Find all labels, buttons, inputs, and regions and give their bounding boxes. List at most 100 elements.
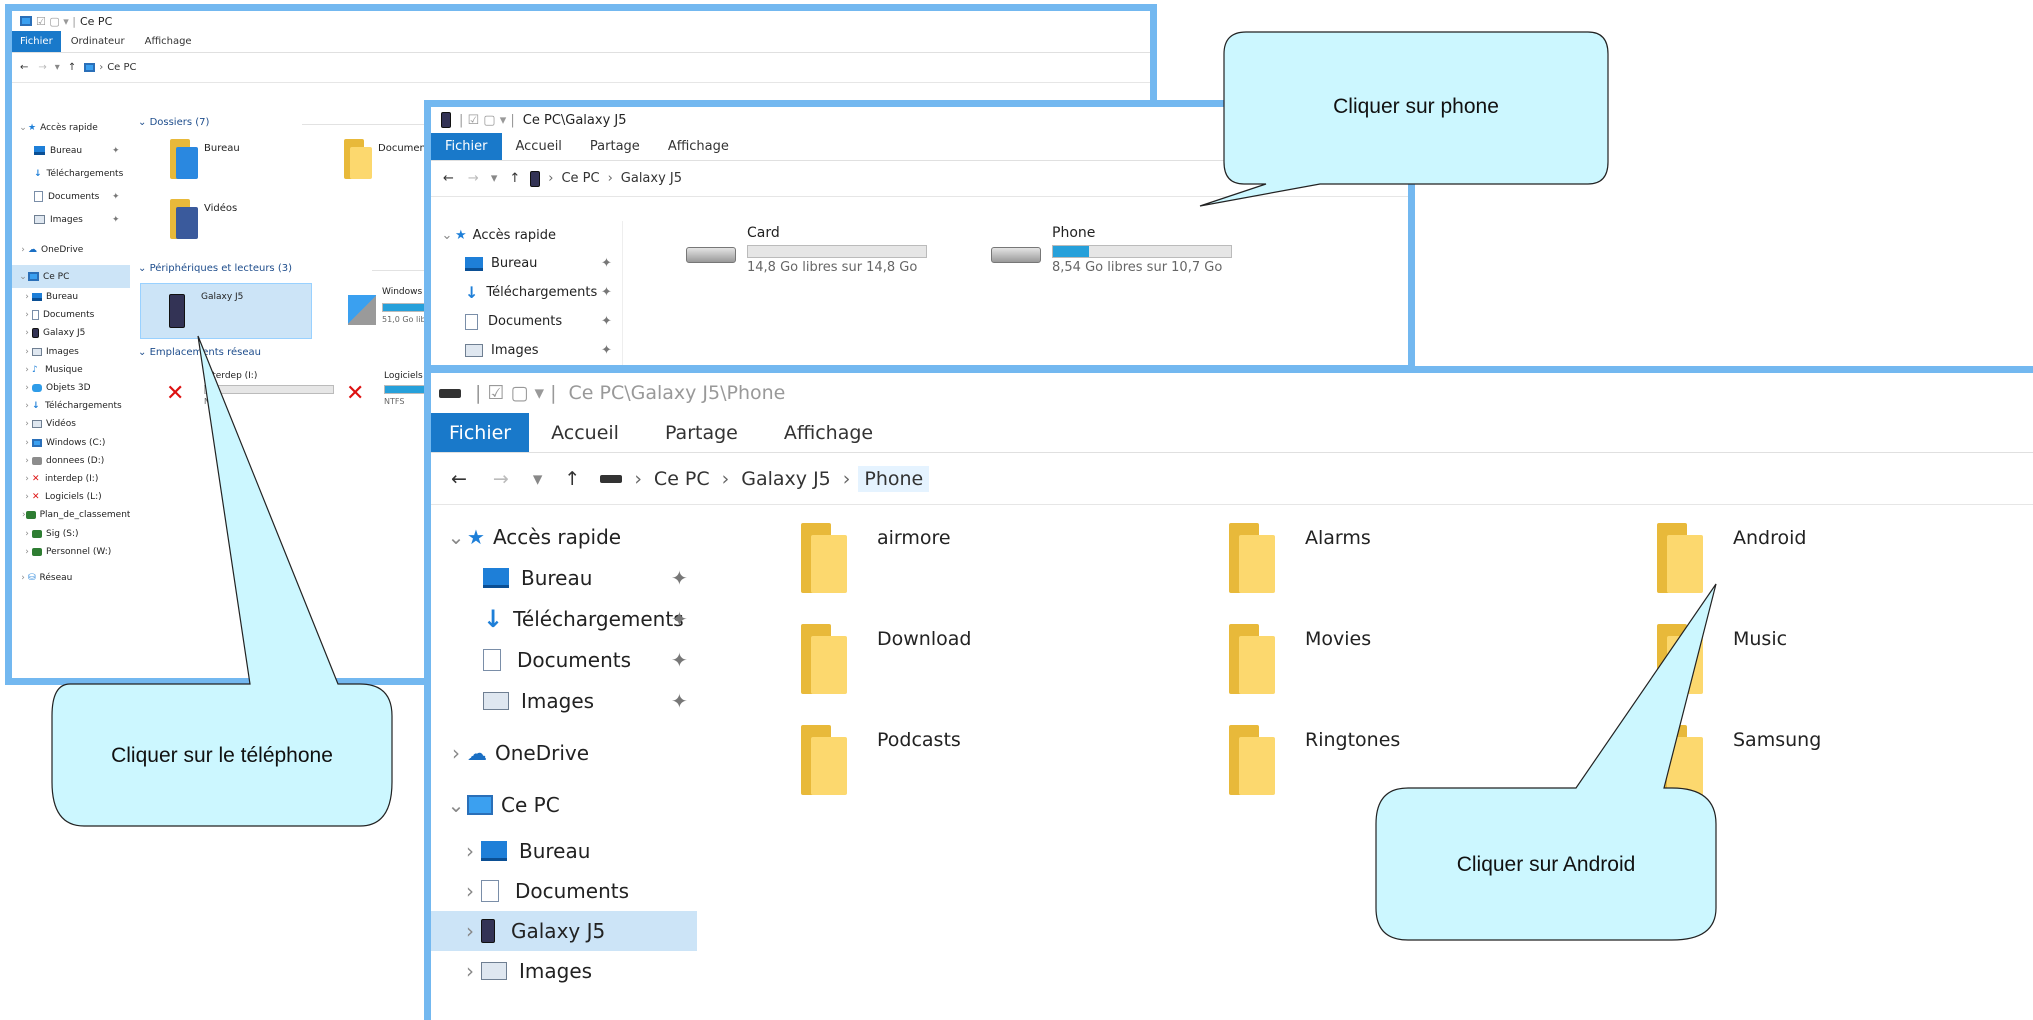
chevron-right-icon[interactable]: › <box>22 529 32 539</box>
breadcrumb-galaxy-j5[interactable]: Galaxy J5 <box>741 468 831 490</box>
chevron-right-icon[interactable]: › <box>22 365 32 375</box>
chevron-right-icon[interactable]: › <box>22 456 32 466</box>
nav-quick-bureau[interactable]: Bureau ✦ <box>431 557 701 598</box>
folder-item-podcasts[interactable]: Podcasts <box>801 725 1161 809</box>
chevron-right-icon[interactable]: › <box>459 919 481 943</box>
chevron-right-icon[interactable]: › <box>22 547 32 557</box>
tab-accueil[interactable]: Accueil <box>502 133 576 160</box>
nav-quick-images[interactable]: Images ✦ <box>431 680 701 721</box>
recent-dropdown-icon[interactable]: ▾ <box>533 468 543 490</box>
chevron-right-icon[interactable]: › <box>459 879 481 903</box>
folder-item-bureau[interactable]: Bureau <box>170 139 310 189</box>
nav-quick-documents[interactable]: Documents ✦ <box>431 639 701 680</box>
breadcrumb-phone[interactable]: Phone <box>858 465 930 492</box>
pin-icon[interactable]: ✦ <box>601 256 612 271</box>
chevron-down-icon[interactable]: ⌄ <box>439 228 455 243</box>
address-bar[interactable]: ← → ▾ ↑ › Ce PC › Galaxy J5 › Phone <box>431 453 2033 505</box>
chevron-right-icon[interactable]: › <box>22 492 32 502</box>
quick-access-toolbar-icon[interactable]: ☑ ▢ ▾ | <box>36 15 76 28</box>
chevron-down-icon[interactable]: ⌄ <box>18 272 28 282</box>
chevron-right-icon[interactable]: › <box>18 573 28 583</box>
folder-item-airmore[interactable]: airmore <box>801 523 1161 607</box>
chevron-down-icon[interactable]: ⌄ <box>18 123 28 133</box>
nav-pc-item[interactable]: › Documents <box>12 306 130 324</box>
chevron-right-icon[interactable]: › <box>22 474 32 484</box>
chevron-right-icon[interactable]: › <box>22 401 32 411</box>
chevron-down-icon[interactable]: ⌄ <box>445 525 467 549</box>
nav-pc-item[interactable]: › Bureau <box>12 288 130 306</box>
tab-partage[interactable]: Partage <box>641 413 762 452</box>
tab-accueil[interactable]: Accueil <box>529 413 641 452</box>
nav-pc-bureau[interactable]: › Bureau <box>431 831 701 871</box>
quick-access-toolbar-icon[interactable]: | ☑ ▢ ▾ | <box>459 113 515 128</box>
nav-quick-documents[interactable]: Documents ✦ <box>431 307 622 336</box>
nav-quick-telechargements[interactable]: ↓ Téléchargements ✦ <box>431 598 701 639</box>
up-arrow-icon[interactable]: ↑ <box>68 62 76 73</box>
pin-icon[interactable]: ✦ <box>671 607 688 631</box>
tab-partage[interactable]: Partage <box>576 133 654 160</box>
nav-quick-telechargements[interactable]: ↓ Téléchargements <box>12 162 130 185</box>
nav-onedrive[interactable]: › ☁ OneDrive <box>431 727 701 779</box>
forward-arrow-icon[interactable]: → <box>493 468 509 490</box>
nav-ce-pc[interactable]: ⌄ Ce PC <box>431 779 701 831</box>
back-arrow-icon[interactable]: ← <box>451 468 467 490</box>
nav-quick-bureau[interactable]: Bureau ✦ <box>12 139 130 162</box>
breadcrumb-ce-pc[interactable]: Ce PC <box>654 468 710 490</box>
nav-quick-telechargements[interactable]: ↓ Téléchargements ✦ <box>431 278 622 307</box>
chevron-right-icon[interactable]: › <box>22 383 32 393</box>
nav-quick-access[interactable]: ⌄ ★ Accès rapide <box>431 517 701 557</box>
nav-quick-bureau[interactable]: Bureau ✦ <box>431 249 622 278</box>
chevron-right-icon[interactable]: › <box>445 741 467 765</box>
quick-access-toolbar-icon[interactable]: | ☑ ▢ ▾ | <box>475 382 556 404</box>
up-arrow-icon[interactable]: ↑ <box>509 171 520 186</box>
pin-icon[interactable]: ✦ <box>601 343 612 358</box>
tab-fichier[interactable]: Fichier <box>431 413 530 452</box>
chevron-down-icon[interactable]: ⌄ <box>445 793 467 817</box>
breadcrumb-galaxy-j5[interactable]: Galaxy J5 <box>621 171 682 186</box>
pin-icon[interactable]: ✦ <box>601 314 612 329</box>
folder-item-videos[interactable]: Vidéos <box>170 199 310 249</box>
chevron-right-icon[interactable]: › <box>22 328 32 338</box>
nav-pc-galaxy-j5[interactable]: › Galaxy J5 <box>431 911 697 951</box>
nav-quick-images[interactable]: Images ✦ <box>12 208 130 231</box>
tab-ordinateur[interactable]: Ordinateur <box>61 31 135 52</box>
breadcrumb-ce-pc[interactable]: Ce PC <box>107 62 136 73</box>
up-arrow-icon[interactable]: ↑ <box>564 468 580 490</box>
chevron-right-icon[interactable]: › <box>459 839 481 863</box>
pin-icon[interactable]: ✦ <box>112 215 120 225</box>
back-arrow-icon[interactable]: ← <box>443 171 454 186</box>
forward-arrow-icon[interactable]: → <box>38 62 46 73</box>
chevron-right-icon[interactable]: › <box>18 245 28 255</box>
tab-affichage[interactable]: Affichage <box>654 133 743 160</box>
tab-fichier[interactable]: Fichier <box>431 133 502 160</box>
chevron-right-icon[interactable]: › <box>459 959 481 983</box>
nav-ce-pc[interactable]: ⌄ Ce PC <box>12 265 130 288</box>
chevron-right-icon[interactable]: › <box>22 419 32 429</box>
folder-item-download[interactable]: Download <box>801 624 1161 708</box>
pin-icon[interactable]: ✦ <box>671 689 688 713</box>
nav-quick-access[interactable]: ⌄ ★ Accès rapide <box>12 117 130 139</box>
tab-affichage[interactable]: Affichage <box>135 31 202 52</box>
drive-phone[interactable]: Phone 8,54 Go libres sur 10,7 Go <box>991 225 1232 275</box>
pin-icon[interactable]: ✦ <box>601 285 612 300</box>
section-folders[interactable]: ⌄ Dossiers (7) <box>138 117 209 128</box>
forward-arrow-icon[interactable]: → <box>468 171 479 186</box>
tab-fichier[interactable]: Fichier <box>12 31 61 52</box>
chevron-right-icon[interactable]: › <box>22 438 32 448</box>
nav-quick-documents[interactable]: Documents ✦ <box>12 185 130 208</box>
nav-pc-images[interactable]: › Images <box>431 951 701 991</box>
breadcrumb-ce-pc[interactable]: Ce PC <box>561 171 599 186</box>
pin-icon[interactable]: ✦ <box>671 566 688 590</box>
nav-onedrive[interactable]: › ☁ OneDrive <box>12 235 130 265</box>
recent-dropdown-icon[interactable]: ▾ <box>55 62 60 73</box>
chevron-right-icon[interactable]: › <box>22 310 32 320</box>
recent-dropdown-icon[interactable]: ▾ <box>491 171 498 186</box>
tab-affichage[interactable]: Affichage <box>762 413 895 452</box>
nav-quick-access[interactable]: ⌄ ★ Accès rapide <box>431 221 622 249</box>
back-arrow-icon[interactable]: ← <box>20 62 28 73</box>
pin-icon[interactable]: ✦ <box>671 648 688 672</box>
chevron-right-icon[interactable]: › <box>22 292 32 302</box>
address-bar[interactable]: ← → ▾ ↑ › Ce PC <box>12 53 1150 83</box>
drive-card[interactable]: Card 14,8 Go libres sur 14,8 Go <box>686 225 927 275</box>
pin-icon[interactable]: ✦ <box>112 192 120 202</box>
